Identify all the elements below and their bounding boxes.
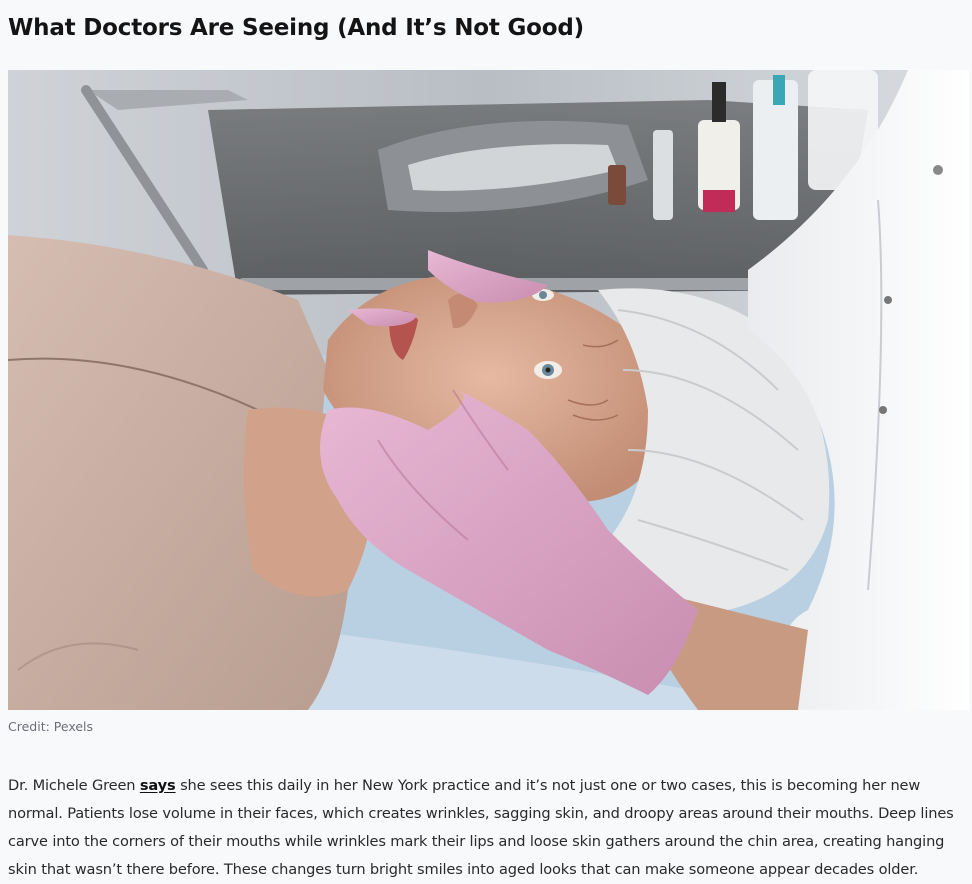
- article-paragraph: Dr. Michele Green says she sees this dai…: [8, 772, 970, 884]
- says-source-link[interactable]: says: [140, 777, 176, 794]
- section-heading: What Doctors Are Seeing (And It’s Not Go…: [8, 15, 584, 41]
- image-credit: Credit: Pexels: [8, 719, 94, 734]
- article-photo: [8, 70, 969, 710]
- paragraph-text-start: Dr. Michele Green: [8, 777, 140, 794]
